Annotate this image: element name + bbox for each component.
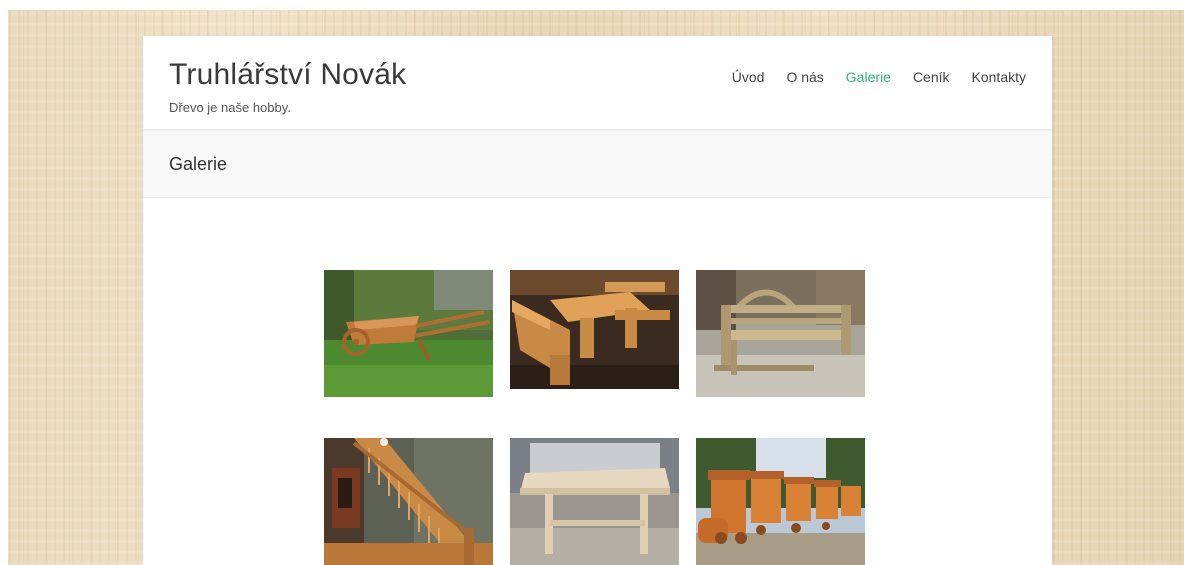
site-header: Truhlářství Novák Dřevo je naše hobby. Ú… — [143, 36, 1052, 130]
nav-item-cenik[interactable]: Ceník — [913, 69, 950, 85]
gallery-image-bench[interactable] — [696, 270, 865, 397]
main-nav: Úvod O nás Galerie Ceník Kontakty — [732, 69, 1026, 85]
nav-item-kontakty[interactable]: Kontakty — [972, 69, 1026, 85]
gallery-image-wheelbarrow[interactable] — [324, 270, 493, 397]
page-title-bar: Galerie — [143, 130, 1052, 198]
nav-item-uvod[interactable]: Úvod — [732, 69, 765, 85]
gallery-image-table-benches[interactable] — [510, 270, 679, 389]
nav-item-o-nas[interactable]: O nás — [786, 69, 823, 85]
top-border — [0, 0, 1184, 10]
gallery-image-staircase[interactable] — [324, 438, 493, 565]
site-description: Dřevo je naše hobby. — [169, 100, 291, 115]
left-border — [0, 0, 8, 565]
site-title[interactable]: Truhlářství Novák — [169, 58, 406, 92]
gallery-image-table[interactable] — [510, 438, 679, 565]
page-title: Galerie — [169, 154, 228, 174]
gallery-image-train[interactable] — [696, 438, 865, 565]
nav-item-galerie[interactable]: Galerie — [846, 69, 891, 85]
page-container: Truhlářství Novák Dřevo je naše hobby. Ú… — [143, 36, 1052, 565]
